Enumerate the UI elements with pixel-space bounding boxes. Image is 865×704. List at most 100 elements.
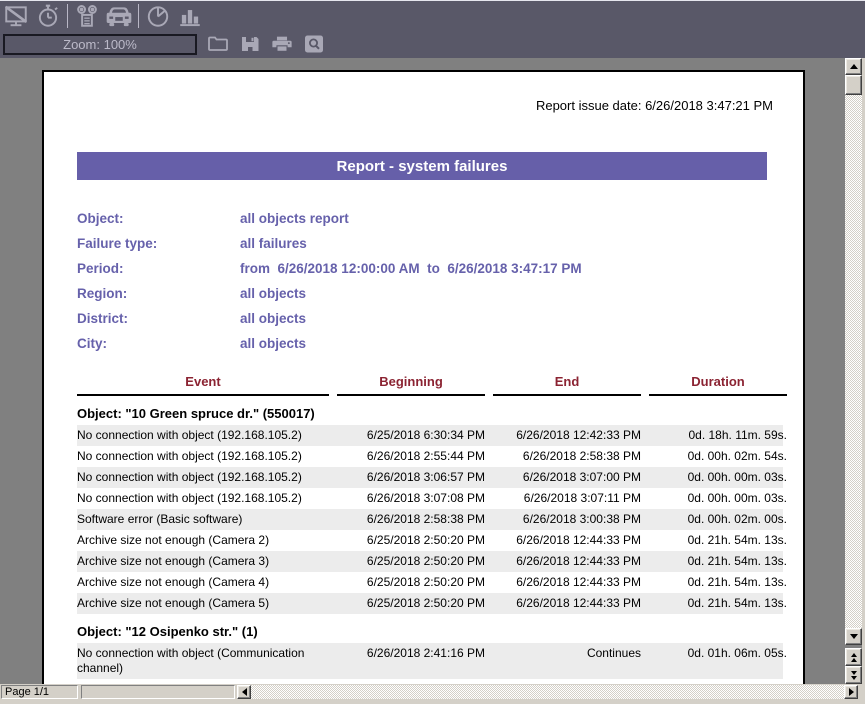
group-header: Object: "12 Osipenko str." (1) — [77, 620, 783, 643]
table-cell: No connection with object (192.168.105.2… — [77, 491, 329, 506]
table-cell: No connection with object (192.168.105.2… — [77, 428, 329, 443]
column-header-event: Event — [77, 373, 329, 396]
save-icon[interactable] — [239, 30, 261, 58]
table-cell: 6/26/2018 12:44:33 PM — [493, 533, 641, 548]
table-cell: 6/26/2018 3:07:00 PM — [493, 470, 641, 485]
table-cell: 0d. 21h. 54m. 13s. — [649, 533, 787, 548]
table-cell: No connection with object (192.168.105.2… — [77, 449, 329, 464]
page-indicator-label: Page 1/1 — [5, 686, 49, 698]
open-folder-icon[interactable] — [207, 30, 229, 58]
table-cell: Archive size not enough (Camera 4) — [77, 575, 329, 590]
vertical-scrollbar-track[interactable] — [845, 95, 862, 628]
table-cell: Continues — [493, 646, 641, 676]
scroll-right-button[interactable] — [844, 685, 858, 699]
bar-chart-icon[interactable] — [174, 2, 206, 30]
field-label: City: — [77, 336, 240, 351]
group-header: Object: "10 Green spruce dr." (550017) — [77, 402, 783, 425]
table-cell: 0d. 21h. 54m. 13s. — [649, 596, 787, 611]
table-cell: Archive size not enough (Camera 2) — [77, 533, 329, 548]
column-header-end: End — [493, 373, 641, 396]
table-row: No connection with object (192.168.105.2… — [77, 488, 783, 509]
table-row: Archive size not enough (Camera 2) 6/25/2… — [77, 530, 783, 551]
table-cell: Archive size not enough (Camera 5) — [77, 596, 329, 611]
double-down-icon — [851, 676, 857, 680]
table-cell: 6/26/2018 3:00:38 PM — [493, 512, 641, 527]
event-reel-icon[interactable] — [71, 2, 103, 30]
zoom-label: Zoom: 100% — [63, 37, 137, 52]
up-arrow-icon — [850, 64, 858, 69]
scroll-down-button[interactable] — [845, 628, 862, 645]
scroll-left-button[interactable] — [237, 685, 251, 699]
table-row: Software error (Basic software) 6/26/2018… — [77, 509, 783, 530]
column-header-duration: Duration — [649, 373, 787, 396]
table-cell: 6/26/2018 3:07:08 PM — [337, 491, 485, 506]
next-page-button[interactable] — [845, 666, 862, 684]
field-label: Object: — [77, 211, 240, 226]
field-label: District: — [77, 311, 240, 326]
field-value: all objects — [240, 336, 306, 351]
table-cell: 6/26/2018 12:44:33 PM — [493, 554, 641, 569]
field-value: all objects report — [240, 211, 349, 226]
horizontal-scrollbar-track[interactable] — [251, 685, 844, 699]
report-view-area: Report issue date: 6/26/2018 3:47:21 PM … — [0, 58, 865, 684]
toolbar-separator — [67, 4, 68, 28]
scroll-up-button[interactable] — [845, 58, 862, 75]
pie-chart-icon[interactable] — [142, 2, 174, 30]
display-icon[interactable] — [0, 2, 32, 30]
search-icon[interactable] — [303, 30, 325, 58]
horizontal-scrollbar[interactable] — [237, 685, 858, 699]
field-value: all failures — [240, 236, 307, 251]
table-row: No connection with object (192.168.105.2… — [77, 446, 783, 467]
page-indicator: Page 1/1 — [1, 685, 78, 699]
table-cell: No connection with object (Communication… — [77, 646, 329, 676]
field-label: Period: — [77, 261, 240, 276]
field-value: from 6/26/2018 12:00:00 AM to 6/26/2018 … — [240, 261, 582, 276]
field-label: Region: — [77, 286, 240, 301]
table-cell: 0d. 21h. 54m. 13s. — [649, 554, 787, 569]
report-issue-date: Report issue date: 6/26/2018 3:47:21 PM — [77, 98, 783, 114]
table-cell: 6/25/2018 2:50:20 PM — [337, 533, 485, 548]
table-cell: 6/26/2018 2:55:44 PM — [337, 449, 485, 464]
table-body: Object: "10 Green spruce dr." (550017) No… — [77, 402, 783, 684]
previous-page-button[interactable] — [845, 648, 862, 666]
table-row: Archive size not enough (Camera 5)6/25/2… — [77, 593, 783, 614]
table-row: No connection with object (192.168.105.2… — [77, 425, 783, 446]
double-down-icon — [851, 671, 857, 675]
table-row: No connection with object (192.168.105.2… — [77, 467, 783, 488]
table-cell: 6/26/2018 2:58:38 PM — [493, 449, 641, 464]
table-cell: 6/25/2018 2:50:20 PM — [337, 575, 485, 590]
right-arrow-icon — [849, 688, 854, 696]
table-row: Archive size not enough (Camera 4) 6/25/2… — [77, 572, 783, 593]
table-cell: 0d. 00h. 00m. 03s. — [649, 470, 787, 485]
column-header-beginning: Beginning — [337, 373, 485, 396]
report-fields: Object:all objects report Failure type:a… — [77, 206, 783, 356]
table-cell: 6/26/2018 3:07:11 PM — [493, 491, 641, 506]
car-icon[interactable] — [103, 2, 135, 30]
print-icon[interactable] — [271, 30, 293, 58]
table-cell: 6/26/2018 12:44:33 PM — [493, 575, 641, 590]
vertical-scrollbar-thumb[interactable] — [845, 75, 862, 95]
left-arrow-icon — [242, 688, 247, 696]
field-label: Failure type: — [77, 236, 240, 251]
report-title: Report - system failures — [337, 158, 508, 175]
table-cell: 0d. 21h. 54m. 13s. — [649, 575, 787, 590]
table-row: Archive size not enough (Camera 3)6/25/2… — [77, 551, 783, 572]
table-cell: 6/26/2018 12:44:33 PM — [493, 596, 641, 611]
status-bar: Page 1/1 — [0, 684, 865, 704]
table-cell: 6/25/2018 2:50:20 PM — [337, 554, 485, 569]
table-cell: 6/26/2018 2:41:16 PM — [337, 646, 485, 676]
table-cell: Software error (Basic software) — [77, 512, 329, 527]
table-cell: 0d. 01h. 06m. 05s. — [649, 646, 787, 676]
main-toolbar — [0, 0, 865, 30]
field-value: all objects — [240, 286, 306, 301]
zoom-control[interactable]: Zoom: 100% — [3, 34, 197, 55]
table-cell: 6/26/2018 3:06:57 PM — [337, 470, 485, 485]
down-arrow-icon — [850, 634, 858, 639]
table-header-row: Event Beginning End Duration — [77, 373, 783, 396]
vertical-scrollbar[interactable] — [845, 58, 862, 684]
field-value: all objects — [240, 311, 306, 326]
report-title-band: Report - system failures — [77, 152, 767, 180]
toolbar-separator — [138, 4, 139, 28]
table-cell: 0d. 00h. 00m. 03s. — [649, 491, 787, 506]
stopwatch-icon[interactable] — [32, 2, 64, 30]
